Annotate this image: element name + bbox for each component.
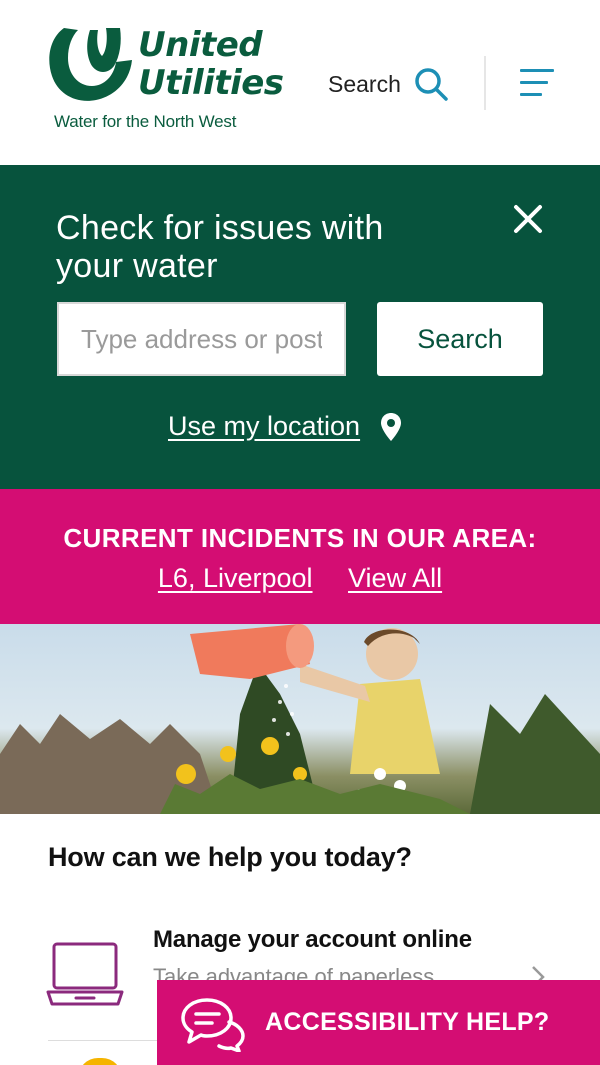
- view-all-incidents-link[interactable]: View All: [348, 563, 442, 593]
- check-issues-panel: Check for issues with your water Search …: [0, 165, 600, 489]
- accessibility-help-label: ACCESSIBILITY HELP?: [265, 1008, 550, 1036]
- header-search-label: Search: [328, 70, 401, 97]
- accessibility-help-button[interactable]: ACCESSIBILITY HELP?: [157, 980, 600, 1065]
- logo-mark-icon: [49, 28, 132, 101]
- search-icon: [415, 68, 448, 101]
- help-item-title: Manage your account online: [153, 926, 472, 953]
- logo-text-line2: Utilities: [138, 63, 284, 103]
- map-pin-icon: [381, 412, 402, 441]
- site-header: United Utilities Water for the North Wes…: [0, 0, 600, 165]
- header-divider: [484, 56, 486, 110]
- help-section-title: How can we help you today?: [48, 842, 412, 872]
- incident-location-link[interactable]: L6, Liverpool: [158, 563, 313, 593]
- hero-image: [0, 624, 600, 814]
- logo-tagline: Water for the North West: [54, 112, 237, 131]
- issues-search-button[interactable]: Search: [377, 302, 543, 376]
- laptop-icon: [46, 942, 124, 1006]
- use-my-location[interactable]: Use my location: [168, 411, 402, 442]
- current-incidents-banner: CURRENT INCIDENTS IN OUR AREA: L6, Liver…: [0, 489, 600, 624]
- united-utilities-logo[interactable]: United Utilities Water for the North Wes…: [46, 24, 284, 136]
- chat-bubbles-icon: [181, 998, 245, 1052]
- use-my-location-link[interactable]: Use my location: [168, 411, 360, 442]
- issues-panel-title: Check for issues with your water: [56, 209, 384, 285]
- incidents-links: L6, Liverpool View All: [0, 563, 600, 594]
- logo-text-line1: United: [138, 25, 263, 65]
- address-search-input[interactable]: [57, 302, 346, 376]
- menu-icon[interactable]: [520, 66, 556, 100]
- hero-illustration: [0, 624, 600, 814]
- header-search-button[interactable]: Search: [328, 66, 449, 102]
- close-icon[interactable]: [510, 201, 546, 237]
- next-item-icon: [78, 1058, 122, 1065]
- incidents-title: CURRENT INCIDENTS IN OUR AREA:: [63, 523, 537, 553]
